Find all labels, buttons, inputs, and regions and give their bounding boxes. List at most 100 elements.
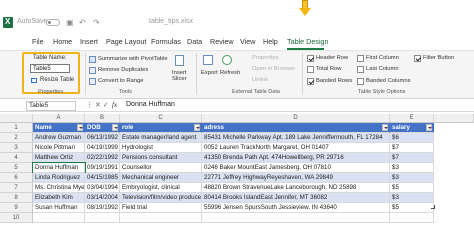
table-cell[interactable]: 08/19/1992 (85, 203, 120, 213)
table-cell[interactable]: $3 (390, 193, 434, 203)
column-header-c[interactable]: C (120, 114, 202, 123)
table-header-role[interactable]: role (120, 123, 202, 133)
convert-to-range-button[interactable]: Convert to Range (98, 78, 143, 84)
table-cell[interactable]: Ms. Christina Mye (33, 183, 85, 193)
banded-rows-checkbox[interactable] (307, 78, 314, 85)
table-header-name[interactable]: Name (33, 123, 85, 133)
tab-page-layout[interactable]: Page Layout (106, 37, 146, 46)
column-header-b[interactable]: B (85, 114, 120, 123)
total-row-checkbox[interactable] (307, 66, 314, 73)
row-header[interactable]: 7 (0, 183, 33, 193)
row-header[interactable]: 1 (0, 123, 33, 133)
tab-formulas[interactable]: Formulas (151, 37, 181, 46)
filter-dropdown-icon[interactable] (382, 124, 388, 131)
table-cell[interactable]: Hydrologist (120, 143, 202, 153)
table-cell[interactable]: $3 (390, 173, 434, 183)
header-row-checkbox[interactable] (307, 55, 314, 62)
filter-dropdown-icon[interactable] (112, 124, 118, 131)
column-header-d[interactable]: D (202, 114, 390, 123)
table-header-salary[interactable]: salary (390, 123, 434, 133)
column-header-a[interactable]: A (33, 114, 85, 123)
insert-slicer-button[interactable]: Insert Slicer (172, 70, 194, 82)
select-all-corner[interactable] (0, 114, 33, 123)
table-cell[interactable]: 04/15/1985 (85, 173, 120, 183)
table-cell[interactable]: Estate manager/land agent (120, 133, 202, 143)
sheet-cell[interactable] (33, 213, 85, 223)
table-cell[interactable]: 22771 Jeffrey HighwayReyeshaven, WA 2984… (202, 173, 390, 183)
table-cell[interactable]: Embryologist, clinical (120, 183, 202, 193)
autosave-toggle[interactable] (46, 19, 60, 26)
sheet-cell[interactable] (120, 213, 202, 223)
table-cell[interactable]: Pensions consultant (120, 153, 202, 163)
table-cell[interactable]: 09/19/1991 (85, 163, 120, 173)
table-cell[interactable]: 02/22/1992 (85, 153, 120, 163)
table-cell[interactable]: Susan Huffman (33, 203, 85, 213)
table-cell[interactable]: 0052 Lauren TrackNorth Margaret, OH 0140… (202, 143, 390, 153)
filter-dropdown-icon[interactable] (426, 124, 432, 131)
formula-bar-controls[interactable]: ⋮ ✕ ✓ (86, 101, 109, 109)
table-cell[interactable]: $5 (390, 203, 434, 213)
tab-insert[interactable]: Insert (80, 37, 98, 46)
sheet-cell[interactable] (85, 213, 120, 223)
tab-table-design[interactable]: Table Design (287, 37, 329, 46)
table-cell[interactable]: Linda Rodriguez (33, 173, 85, 183)
table-cell[interactable]: $5 (390, 183, 434, 193)
tab-file[interactable]: File (32, 37, 44, 46)
tab-home[interactable]: Home (53, 37, 72, 46)
remove-duplicates-button[interactable]: Remove Duplicates (98, 67, 148, 73)
table-cell[interactable]: Andrew Guzman (33, 133, 85, 143)
table-cell[interactable]: 48820 Brown StravenueLake Lanceborough, … (202, 183, 390, 193)
table-cell[interactable]: Elizabeth Kim (33, 193, 85, 203)
table-cell[interactable]: 55996 Jensen SpursSouth Jessieview, IN 4… (202, 203, 390, 213)
filter-button-checkbox[interactable] (414, 55, 421, 62)
row-header[interactable]: 3 (0, 143, 33, 153)
tab-review[interactable]: Review (210, 37, 234, 46)
formula-content[interactable]: Donna Huffman (126, 101, 175, 108)
first-column-checkbox[interactable] (357, 55, 364, 62)
export-button[interactable]: Export (201, 70, 218, 76)
table-cell[interactable]: 04/19/1999 (85, 143, 120, 153)
sheet-cell[interactable] (202, 213, 390, 223)
row-header[interactable]: 5 (0, 163, 33, 173)
table-header-dob[interactable]: DOB (85, 123, 120, 133)
table-cell[interactable]: Field trial (120, 203, 202, 213)
table-cell[interactable]: $7 (390, 153, 434, 163)
open-in-browser-button[interactable]: Open in Browser (252, 66, 295, 72)
table-cell[interactable]: Mechanical engineer (120, 173, 202, 183)
name-box[interactable]: Table5 (26, 101, 76, 111)
table-cell[interactable]: 0246 Baker MountEast Jamesberg, OH 07810 (202, 163, 390, 173)
properties-button[interactable]: Properties (252, 55, 278, 61)
filter-dropdown-icon[interactable] (77, 124, 83, 131)
table-cell[interactable]: Television/film/video producer (120, 193, 202, 203)
fx-icon[interactable]: fx (112, 101, 117, 109)
tab-data[interactable]: Data (187, 37, 202, 46)
row-header[interactable]: 8 (0, 193, 33, 203)
tab-view[interactable]: View (240, 37, 255, 46)
table-cell[interactable]: 03/04/1994 (85, 183, 120, 193)
banded-columns-checkbox[interactable] (357, 78, 364, 85)
save-icon[interactable]: ▣ (66, 18, 74, 27)
row-header[interactable]: 10 (0, 213, 33, 223)
table-cell[interactable]: $3 (390, 163, 434, 173)
table-cell[interactable]: 06/13/1992 (85, 133, 120, 143)
table-cell[interactable]: 03/14/2004 (85, 193, 120, 203)
sheet-cell[interactable] (390, 213, 434, 223)
table-cell[interactable]: Nicole Pittman (33, 143, 85, 153)
table-cell[interactable]: 80414 Brooks IslandEast Jennifer, MT 360… (202, 193, 390, 203)
table-cell[interactable]: Counsellor (120, 163, 202, 173)
refresh-button[interactable]: Refresh (220, 70, 240, 76)
tab-help[interactable]: Help (263, 37, 278, 46)
table-cell[interactable]: 85431 Michelle Parkway Apt. 189 Lake Jen… (202, 133, 390, 143)
undo-icon[interactable]: ↶ (79, 18, 86, 27)
table-cell[interactable]: $7 (390, 143, 434, 153)
redo-icon[interactable]: ↷ (93, 18, 100, 27)
unlink-button[interactable]: Unlink (252, 77, 268, 83)
filter-dropdown-icon[interactable] (194, 124, 200, 131)
summarize-pivot-button[interactable]: Summarize with PivotTable (98, 56, 168, 62)
last-column-checkbox[interactable] (357, 66, 364, 73)
row-header[interactable]: 9 (0, 203, 33, 213)
table-cell[interactable]: 41350 Brenda Path Apt. 474Howellberg, PR… (202, 153, 390, 163)
table-header-address[interactable]: adress (202, 123, 390, 133)
row-header[interactable]: 6 (0, 173, 33, 183)
table-cell[interactable]: $6 (390, 133, 434, 143)
